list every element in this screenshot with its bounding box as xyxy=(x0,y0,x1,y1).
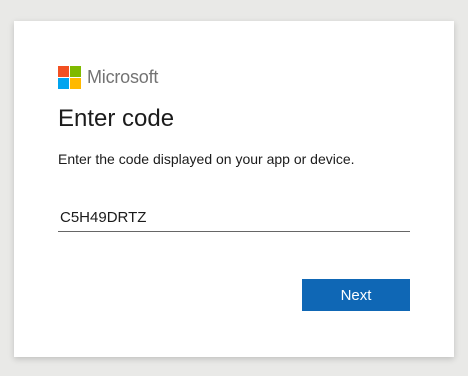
logo-square-blue xyxy=(58,77,69,89)
logo-square-green xyxy=(70,65,81,77)
microsoft-logo-icon xyxy=(58,65,81,89)
code-input[interactable] xyxy=(58,203,410,232)
page-title: Enter code xyxy=(58,105,175,132)
next-button[interactable]: Next xyxy=(302,279,410,311)
page-subtitle: Enter the code displayed on your app or … xyxy=(58,151,355,167)
logo-square-red xyxy=(58,65,69,77)
logo-square-yellow xyxy=(70,77,81,89)
sign-in-card: Microsoft Enter code Enter the code disp… xyxy=(14,21,454,357)
microsoft-brand: Microsoft xyxy=(58,65,158,89)
brand-name: Microsoft xyxy=(87,66,159,87)
